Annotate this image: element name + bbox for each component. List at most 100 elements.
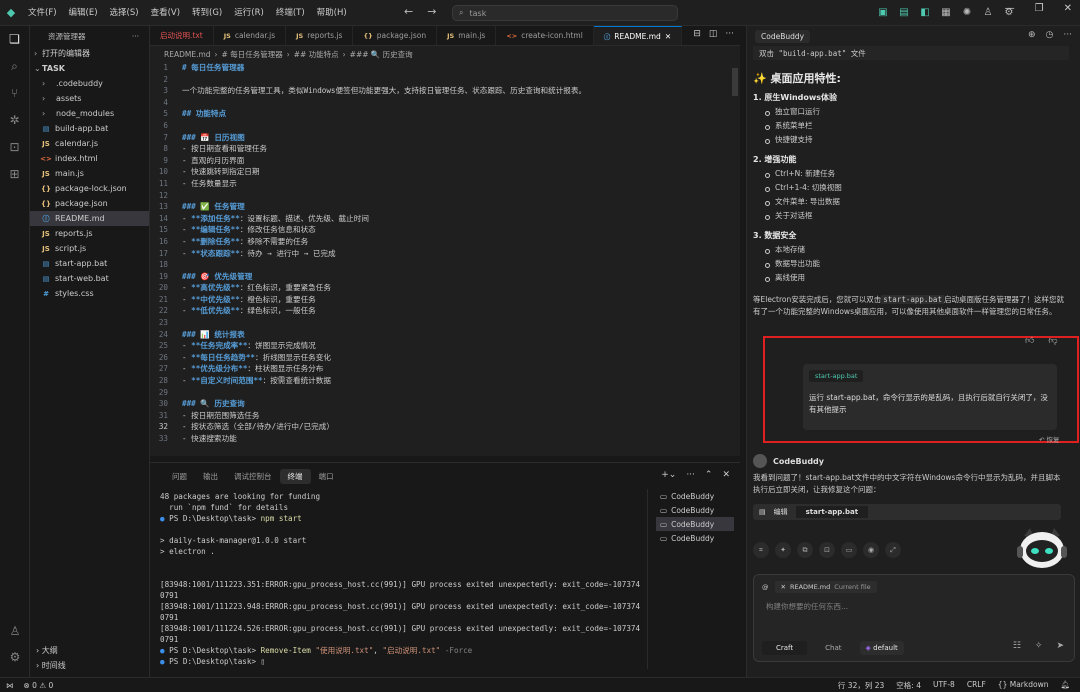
tool-3-icon[interactable]: ⧉: [797, 542, 813, 558]
menu-item[interactable]: 转到(G): [186, 0, 228, 26]
breadcrumb-item[interactable]: # 每日任务管理器: [222, 49, 283, 60]
panel-tab[interactable]: 调试控制台: [226, 471, 280, 482]
file-item[interactable]: JS reports.js: [30, 226, 149, 241]
explorer-icon[interactable]: ❏: [0, 26, 29, 53]
terminal-instance[interactable]: ▭ CodeBuddy: [656, 489, 734, 503]
toggle-sidebar-icon[interactable]: ▣: [876, 4, 890, 20]
terminal-instance[interactable]: ▭ CodeBuddy: [656, 503, 734, 517]
menu-item[interactable]: 运行(R): [228, 0, 270, 26]
code-content[interactable]: 1 # 每日任务管理器 2 3 一个功能完整的任务管理工具，类似Windows便签但功能…: [150, 62, 740, 445]
attached-file-chip[interactable]: start-app.bat: [809, 370, 864, 382]
editor-tab[interactable]: <> create-icon.html: [496, 26, 594, 45]
chat-input[interactable]: 构建你想要的任何东西...: [766, 601, 848, 612]
maximize-panel-icon[interactable]: ⌃: [705, 470, 713, 480]
remote-icon[interactable]: ⋈: [6, 681, 14, 690]
tool-1-icon[interactable]: ⌗: [753, 542, 769, 558]
terminal-instance[interactable]: ▭ CodeBuddy: [656, 517, 734, 531]
chat-mode-button[interactable]: Chat: [811, 641, 855, 655]
file-item[interactable]: ▤ start-app.bat: [30, 256, 149, 271]
file-item[interactable]: JS calendar.js: [30, 136, 149, 151]
restore-icon[interactable]: ❐: [1035, 3, 1044, 14]
remove-context-icon[interactable]: ✕: [781, 583, 786, 591]
split-editor-icon[interactable]: ◫: [709, 29, 718, 39]
run-debug-icon[interactable]: ✲: [0, 107, 29, 134]
toggle-secondary-sidebar-icon[interactable]: ◧: [918, 4, 932, 20]
tool-5-icon[interactable]: ▭: [841, 542, 857, 558]
thumbs-down-icon[interactable]: 👎︎: [1048, 336, 1057, 346]
terminal-output[interactable]: 48 packages are looking for funding run …: [160, 491, 646, 667]
workspace-folder[interactable]: ⌄ TASK: [30, 61, 149, 76]
customize-layout-icon[interactable]: ▦: [939, 4, 953, 20]
outline-section[interactable]: › 大纲: [30, 645, 150, 656]
model-selector[interactable]: ◈ default: [859, 641, 904, 655]
account-icon[interactable]: ♙: [981, 4, 995, 20]
mention-icon[interactable]: @: [762, 583, 769, 591]
history-icon[interactable]: ◷: [1046, 30, 1054, 40]
forward-arrow-icon[interactable]: →: [427, 5, 436, 18]
panel-tab[interactable]: 终端: [279, 468, 311, 484]
editor-tab[interactable]: JS reports.js: [286, 26, 354, 45]
editor-scrollbar[interactable]: [730, 62, 740, 456]
search-view-icon[interactable]: ⌕: [0, 53, 29, 80]
file-item[interactable]: {} package.json: [30, 196, 149, 211]
indentation[interactable]: 空格: 4: [896, 680, 921, 691]
tool-7-icon[interactable]: ⤢: [885, 542, 901, 558]
close-tab-icon[interactable]: ✕: [665, 32, 671, 41]
open-editors-section[interactable]: › 打开的编辑器: [30, 46, 149, 61]
context-file-chip[interactable]: ✕ README.md Current file: [774, 581, 877, 593]
menu-item[interactable]: 查看(V): [145, 0, 186, 26]
file-item[interactable]: # styles.css: [30, 286, 149, 301]
menu-item[interactable]: 帮助(H): [311, 0, 353, 26]
command-search[interactable]: ⌕ task: [452, 5, 678, 21]
breadcrumb-item[interactable]: README.md: [164, 50, 211, 59]
codebuddy-more-icon[interactable]: ···: [1063, 30, 1072, 40]
editor-tab[interactable]: ⓘ README.md ✕: [593, 26, 683, 45]
editor-more-icon[interactable]: ···: [725, 29, 734, 39]
more-actions-icon[interactable]: ···: [132, 32, 139, 41]
breadcrumb-item[interactable]: ### 🔍 历史查询: [350, 49, 413, 60]
timeline-section[interactable]: › 时间线: [30, 660, 150, 671]
send-icon[interactable]: ➤: [1056, 641, 1064, 651]
encoding[interactable]: UTF-8: [933, 680, 955, 691]
file-item[interactable]: ▤ start-web.bat: [30, 271, 149, 286]
editor-tab[interactable]: 启动说明.txt: [150, 26, 214, 45]
codebuddy-tab[interactable]: CodeBuddy: [755, 29, 811, 43]
enhance-icon[interactable]: ✧: [1035, 641, 1043, 651]
tool-4-icon[interactable]: ⊡: [819, 542, 835, 558]
panel-tab[interactable]: 问题: [164, 471, 195, 482]
folder-item[interactable]: › .codebuddy: [30, 76, 149, 91]
open-preview-icon[interactable]: ⊟: [693, 29, 701, 39]
menu-item[interactable]: 选择(S): [104, 0, 145, 26]
folder-item[interactable]: › node_modules: [30, 106, 149, 121]
close-icon[interactable]: ✕: [1064, 3, 1072, 14]
craft-mode-button[interactable]: Craft: [762, 641, 808, 655]
breadcrumb-item[interactable]: ## 功能特点: [294, 49, 339, 60]
notifications-icon[interactable]: 🔔︎: [1060, 680, 1070, 691]
tool-2-icon[interactable]: ✦: [775, 542, 791, 558]
file-item[interactable]: ⓘ README.md: [30, 211, 149, 226]
menu-item[interactable]: 终端(T): [270, 0, 311, 26]
terminal-instance[interactable]: ▭ CodeBuddy: [656, 531, 734, 545]
new-terminal-icon[interactable]: +⌄: [661, 470, 676, 480]
minimize-icon[interactable]: —: [1005, 3, 1015, 14]
editor-tab[interactable]: JS main.js: [437, 26, 497, 45]
edit-block[interactable]: ▤ 编辑 start-app.bat: [753, 504, 1061, 520]
restore-button[interactable]: ↶ 恢复: [1039, 434, 1060, 444]
rules-icon[interactable]: ☷: [1013, 641, 1021, 651]
tool-6-icon[interactable]: ◉: [863, 542, 879, 558]
manage-gear-icon[interactable]: ⚙: [0, 644, 30, 671]
toggle-panel-icon[interactable]: ▤: [897, 4, 911, 20]
copilot-icon[interactable]: ✺: [960, 4, 974, 20]
menu-item[interactable]: 编辑(E): [63, 0, 104, 26]
source-control-icon[interactable]: ⑂: [0, 80, 29, 107]
folder-item[interactable]: › assets: [30, 91, 149, 106]
remote-explorer-icon[interactable]: ⊡: [0, 134, 29, 161]
line-ending[interactable]: CRLF: [967, 680, 986, 691]
cursor-position[interactable]: 行 32，列 23: [838, 680, 884, 691]
panel-tab[interactable]: 端口: [311, 471, 342, 482]
editor-tab[interactable]: JS calendar.js: [214, 26, 287, 45]
problems-indicator[interactable]: ⊗ 0 ⚠ 0: [24, 681, 54, 690]
extensions-icon[interactable]: ⊞: [0, 161, 29, 188]
panel-more-icon[interactable]: ···: [686, 470, 695, 480]
back-arrow-icon[interactable]: ←: [404, 5, 413, 18]
